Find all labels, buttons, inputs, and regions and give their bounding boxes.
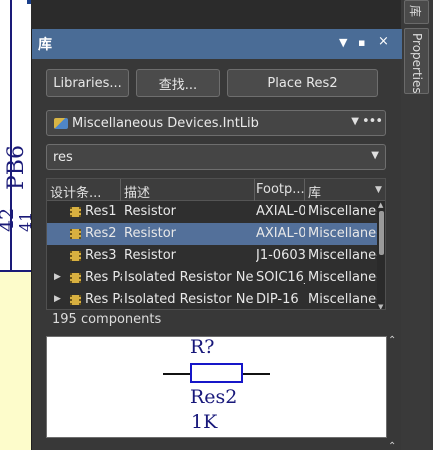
right-dock: 库 Properties: [401, 0, 433, 450]
column-header-footprint[interactable]: Footp...: [256, 182, 304, 197]
column-header-library[interactable]: 库: [308, 182, 348, 201]
pin-name-label: PB6: [4, 145, 29, 190]
place-component-button[interactable]: Place Res2: [227, 69, 378, 97]
panel-title: 库: [38, 37, 52, 53]
cell-footprint: AXIAL-0.4: [256, 226, 305, 241]
column-divider[interactable]: [304, 179, 305, 201]
scroll-up-icon[interactable]: ▲: [378, 201, 383, 209]
cell-footprint: SOIC16_N: [256, 270, 305, 285]
cell-footprint: DIP-16: [256, 292, 299, 307]
cell-library: Miscellaneous Devices.IntLib: [308, 226, 377, 241]
cell-design-item: Res3: [85, 248, 117, 263]
cell-design-item: Res2: [85, 226, 117, 241]
dock-tab-library[interactable]: 库: [404, 0, 429, 24]
collapse-icon[interactable]: ⌃: [388, 335, 396, 346]
symbol-comment: Res2: [190, 386, 238, 408]
component-icon: [70, 207, 81, 217]
schematic-wire-horizontal: [0, 270, 31, 272]
cell-design-item: Res Pack2: [85, 292, 122, 307]
column-header-design-item[interactable]: 设计条...: [50, 182, 118, 201]
cell-description: Isolated Resistor Network: [124, 270, 253, 285]
chevron-down-icon[interactable]: ▼: [371, 150, 379, 161]
panel-pin-icon[interactable]: ▪: [358, 36, 365, 49]
cell-library: Miscellaneous Devices.IntLib: [308, 204, 377, 219]
expand-arrow-icon[interactable]: ▶: [54, 294, 61, 304]
chevron-down-icon[interactable]: ▼: [351, 116, 359, 127]
components-table: 设计条... 描述 Footp... 库 ▼ Res1 Resistor AXIAL…: [46, 178, 386, 310]
schematic-edge-marker: [27, 0, 31, 4]
cell-description: Resistor: [124, 226, 176, 241]
scroll-down-icon[interactable]: ▼: [378, 303, 383, 309]
component-icon: [70, 273, 81, 283]
table-row[interactable]: Res2 Resistor AXIAL-0.4Miscellaneous Devic…: [47, 223, 377, 245]
resistor-body-icon: [190, 363, 243, 383]
dock-tab-label: 库: [408, 5, 422, 18]
chevron-down-icon[interactable]: ▼: [375, 185, 382, 195]
cell-library: Miscellaneous Devices.IntLib: [308, 292, 377, 307]
cell-footprint: J1-0603: [256, 248, 305, 263]
panel-title-bar[interactable]: 库 ▼ ▪ ×: [32, 29, 402, 59]
cell-footprint: AXIAL-0.3: [256, 204, 305, 219]
library-panel: 库 ▼ ▪ × Libraries... 查找... Place Res2 Mi…: [31, 29, 402, 450]
table-scrollbar[interactable]: ▲ ▼: [377, 201, 385, 309]
symbol-value: 1K: [191, 411, 218, 433]
column-divider[interactable]: [120, 179, 121, 201]
component-count: 195 components: [52, 312, 162, 327]
table-row[interactable]: ▶ Res Pack2Isolated Resistor NetworkDIP-1…: [47, 289, 377, 309]
symbol-designator: R?: [190, 336, 215, 358]
search-button[interactable]: 查找...: [136, 69, 220, 97]
panel-close-icon[interactable]: ×: [378, 34, 389, 49]
expand-arrow-icon[interactable]: ▶: [54, 272, 61, 282]
dock-tab-properties[interactable]: Properties: [404, 28, 429, 94]
collapse-icon[interactable]: ⌃: [388, 441, 396, 450]
ellipsis-icon[interactable]: •••: [362, 114, 383, 129]
scrollbar-thumb[interactable]: [379, 211, 384, 255]
schematic-canvas[interactable]: PB6 42 41: [0, 0, 31, 450]
component-icon: [70, 229, 81, 239]
component-icon: [70, 251, 81, 261]
component-icon: [70, 295, 81, 305]
symbol-preview: R? Res2 1K: [46, 336, 387, 438]
table-row[interactable]: Res1 Resistor AXIAL-0.3Miscellaneous Devic…: [47, 201, 377, 223]
library-selector[interactable]: Miscellaneous Devices.IntLib ▼ •••: [46, 110, 386, 136]
library-file-icon: [54, 117, 68, 129]
table-row[interactable]: Res3 Resistor J1-0603Miscellaneous Devices…: [47, 245, 377, 267]
table-row[interactable]: ▶ Res Pack1Isolated Resistor NetworkSOIC1…: [47, 267, 377, 289]
cell-library: Miscellaneous Devices.IntLib: [308, 270, 377, 285]
panel-menu-icon[interactable]: ▼: [339, 36, 347, 49]
dock-tab-label: Properties: [410, 33, 424, 94]
library-selector-value: Miscellaneous Devices.IntLib: [72, 115, 259, 131]
cell-description: Resistor: [124, 248, 176, 263]
cell-description: Isolated Resistor Network: [124, 292, 253, 307]
cell-design-item: Res Pack1: [85, 270, 122, 285]
cell-library: Miscellaneous Devices.IntLib: [308, 248, 377, 263]
filter-input[interactable]: res ▼: [46, 144, 386, 170]
column-divider[interactable]: [254, 179, 255, 201]
cell-description: Resistor: [124, 204, 176, 219]
column-header-description[interactable]: 描述: [124, 182, 252, 201]
cell-design-item: Res1: [85, 204, 117, 219]
table-header: 设计条... 描述 Footp... 库 ▼: [47, 179, 385, 201]
pin-number-label: 41: [16, 211, 31, 232]
libraries-button[interactable]: Libraries...: [46, 69, 129, 97]
filter-input-value: res: [53, 149, 73, 165]
